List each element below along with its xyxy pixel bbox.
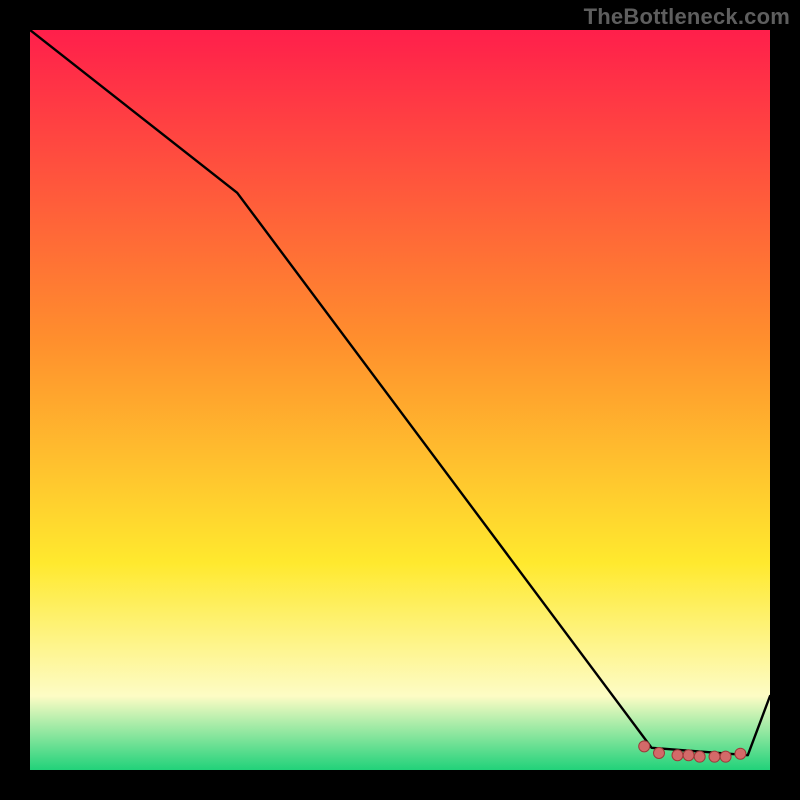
data-marker	[709, 751, 720, 762]
data-marker	[720, 751, 731, 762]
data-marker	[683, 750, 694, 761]
chart-svg	[30, 30, 770, 770]
data-marker	[672, 750, 683, 761]
data-marker	[694, 751, 705, 762]
data-marker	[654, 747, 665, 758]
data-marker	[639, 741, 650, 752]
chart-frame: TheBottleneck.com	[0, 0, 800, 800]
gradient-background	[30, 30, 770, 770]
plot-area	[30, 30, 770, 770]
data-marker	[735, 748, 746, 759]
watermark-text: TheBottleneck.com	[584, 4, 790, 30]
